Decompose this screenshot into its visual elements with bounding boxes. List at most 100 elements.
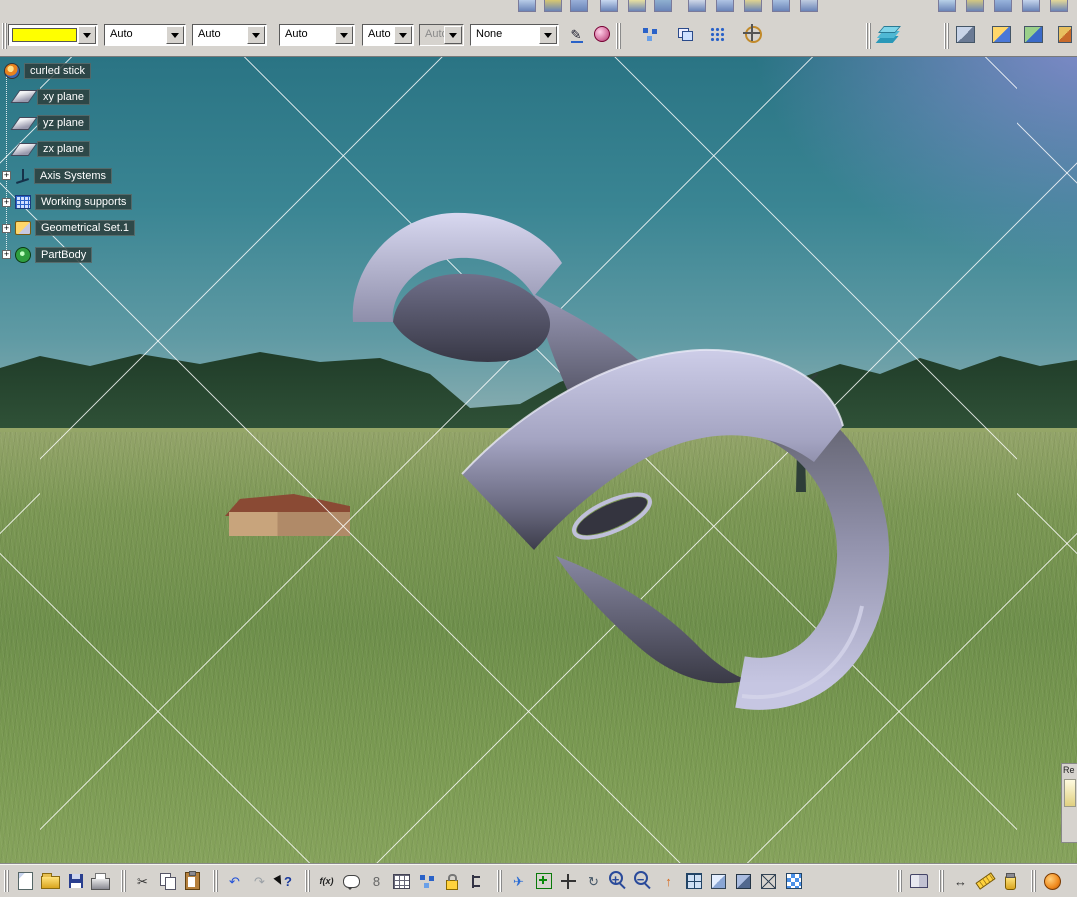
expander-icon[interactable]: + <box>2 171 11 181</box>
copy-icon[interactable] <box>155 869 180 893</box>
measure-between-icon[interactable]: ↔ <box>948 869 973 893</box>
clipped-panel[interactable]: Re <box>1061 763 1077 843</box>
clipped-toolbar-icon[interactable] <box>744 0 762 12</box>
apply-material-icon[interactable] <box>1040 869 1065 893</box>
clipped-toolbar-icon[interactable] <box>966 0 984 12</box>
green-blue-tool-icon[interactable] <box>1020 21 1046 47</box>
tree-item-label[interactable]: Axis Systems <box>34 167 113 184</box>
constraints-icon[interactable] <box>464 869 489 893</box>
tree-item-label[interactable]: Working supports <box>35 194 133 210</box>
clipped-toolbar-icon[interactable] <box>628 0 646 12</box>
symbol-combo[interactable]: Auto <box>362 24 414 46</box>
tree-item-working-supports[interactable]: + Working supports <box>2 194 133 211</box>
structure-links-icon[interactable] <box>414 869 439 893</box>
render-style-icon[interactable] <box>781 869 806 893</box>
clipped-toolbar-icon[interactable] <box>688 0 706 12</box>
toolbar-drag-handle[interactable] <box>616 23 621 49</box>
help-pointer-icon[interactable]: ? <box>272 869 297 893</box>
design-table-icon[interactable] <box>389 869 414 893</box>
tree-item-axis-systems[interactable]: + Axis Systems <box>2 167 113 184</box>
tree-item-label[interactable]: yz plane <box>37 115 90 132</box>
clipped-toolbar-icon[interactable] <box>772 0 790 12</box>
tree-item-geometrical-set-1[interactable]: + Geometrical Set.1 <box>2 220 136 237</box>
inertia-icon[interactable] <box>998 869 1023 893</box>
tree-item-label[interactable]: curled stick <box>24 62 92 79</box>
tree-item-xy-plane[interactable]: xy plane <box>2 88 90 105</box>
specification-graph-icon[interactable] <box>637 21 663 47</box>
paste-icon[interactable] <box>180 869 205 893</box>
toolbar-drag-handle[interactable] <box>121 870 126 892</box>
toolbar-drag-handle[interactable] <box>1031 870 1036 892</box>
dropdown-arrow-icon[interactable] <box>166 26 184 44</box>
dropdown-arrow-icon[interactable] <box>335 26 353 44</box>
blue-gray-tool-icon[interactable] <box>952 21 978 47</box>
tree-item-partbody[interactable]: + PartBody <box>2 246 93 263</box>
clipped-toolbar-icon[interactable] <box>938 0 956 12</box>
catalog-icon[interactable] <box>906 869 931 893</box>
toolbar-drag-handle[interactable] <box>213 870 218 892</box>
toolbar-drag-handle[interactable] <box>2 23 7 49</box>
point-type-combo[interactable]: Auto <box>279 24 355 46</box>
toolbar-drag-handle[interactable] <box>305 870 310 892</box>
dropdown-arrow-icon[interactable] <box>444 26 462 44</box>
dropdown-arrow-icon[interactable] <box>247 26 265 44</box>
open-icon[interactable] <box>38 869 63 893</box>
clipped-toolbar-icon[interactable] <box>600 0 618 12</box>
clipped-toolbar-icon[interactable] <box>518 0 536 12</box>
tree-item-label[interactable]: zx plane <box>37 141 90 158</box>
fill-color-combo[interactable] <box>8 24 98 46</box>
window-layout-icon[interactable] <box>672 21 698 47</box>
layer-filter-icon[interactable] <box>876 21 902 47</box>
lock-icon[interactable] <box>439 869 464 893</box>
clipped-toolbar-icon[interactable] <box>716 0 734 12</box>
measure-item-icon[interactable] <box>973 869 998 893</box>
rotate-icon[interactable]: ↻ <box>581 869 606 893</box>
dropdown-arrow-icon[interactable] <box>539 26 557 44</box>
toolbar-drag-handle[interactable] <box>897 870 902 892</box>
multi-view-icon[interactable] <box>681 869 706 893</box>
tree-item-yz-plane[interactable]: yz plane <box>2 115 90 132</box>
layer-combo[interactable]: Auto <box>419 24 464 46</box>
knowledge-icon[interactable]: 8 <box>364 869 389 893</box>
undo-icon[interactable]: ↶ <box>222 869 247 893</box>
clipped-toolbar-icon[interactable] <box>1022 0 1040 12</box>
line-weight-combo[interactable]: Auto <box>104 24 186 46</box>
toolbar-drag-handle[interactable] <box>497 870 502 892</box>
new-document-icon[interactable] <box>13 869 38 893</box>
toolbar-drag-handle[interactable] <box>866 23 871 49</box>
toolbar-drag-handle[interactable] <box>944 23 949 49</box>
pan-icon[interactable] <box>556 869 581 893</box>
expander-icon[interactable]: + <box>2 197 11 207</box>
painter-icon[interactable]: ✎ <box>563 21 589 47</box>
clipped-toolbar-icon[interactable] <box>654 0 672 12</box>
tree-item-label[interactable]: xy plane <box>37 88 90 105</box>
clipped-toolbar-icon[interactable] <box>800 0 818 12</box>
iso-view-icon[interactable] <box>706 869 731 893</box>
tree-item-curled-stick[interactable]: curled stick <box>4 62 92 79</box>
dropdown-arrow-icon[interactable] <box>78 26 96 44</box>
fit-all-icon[interactable] <box>531 869 556 893</box>
snap-target-icon[interactable] <box>740 21 766 47</box>
save-icon[interactable] <box>63 869 88 893</box>
formula-icon[interactable]: f(x) <box>314 869 339 893</box>
clipped-toolbar-icon[interactable] <box>570 0 588 12</box>
print-icon[interactable] <box>88 869 113 893</box>
line-type-combo[interactable]: Auto <box>192 24 267 46</box>
3d-viewport[interactable]: curled stick xy plane yz plane zx plane + Axi… <box>0 56 1077 865</box>
normal-view-icon[interactable]: ↑ <box>656 869 681 893</box>
wireframe-view-icon[interactable] <box>756 869 781 893</box>
redo-icon[interactable]: ↷ <box>247 869 272 893</box>
cut-icon[interactable]: ✂ <box>130 869 155 893</box>
toolbar-drag-handle[interactable] <box>939 870 944 892</box>
comment-icon[interactable] <box>339 869 364 893</box>
dot-grid-icon[interactable] <box>704 21 730 47</box>
clipped-toolbar-icon[interactable] <box>1050 0 1068 12</box>
tree-item-zx-plane[interactable]: zx plane <box>2 141 90 158</box>
shaded-view-icon[interactable] <box>731 869 756 893</box>
toolbar-drag-handle[interactable] <box>4 870 9 892</box>
paint-tools-icon[interactable] <box>988 21 1014 47</box>
fly-mode-icon[interactable]: ✈ <box>506 869 531 893</box>
expander-icon[interactable]: + <box>2 223 11 233</box>
dropdown-arrow-icon[interactable] <box>394 26 412 44</box>
clipped-tool-icon[interactable] <box>1052 21 1077 47</box>
